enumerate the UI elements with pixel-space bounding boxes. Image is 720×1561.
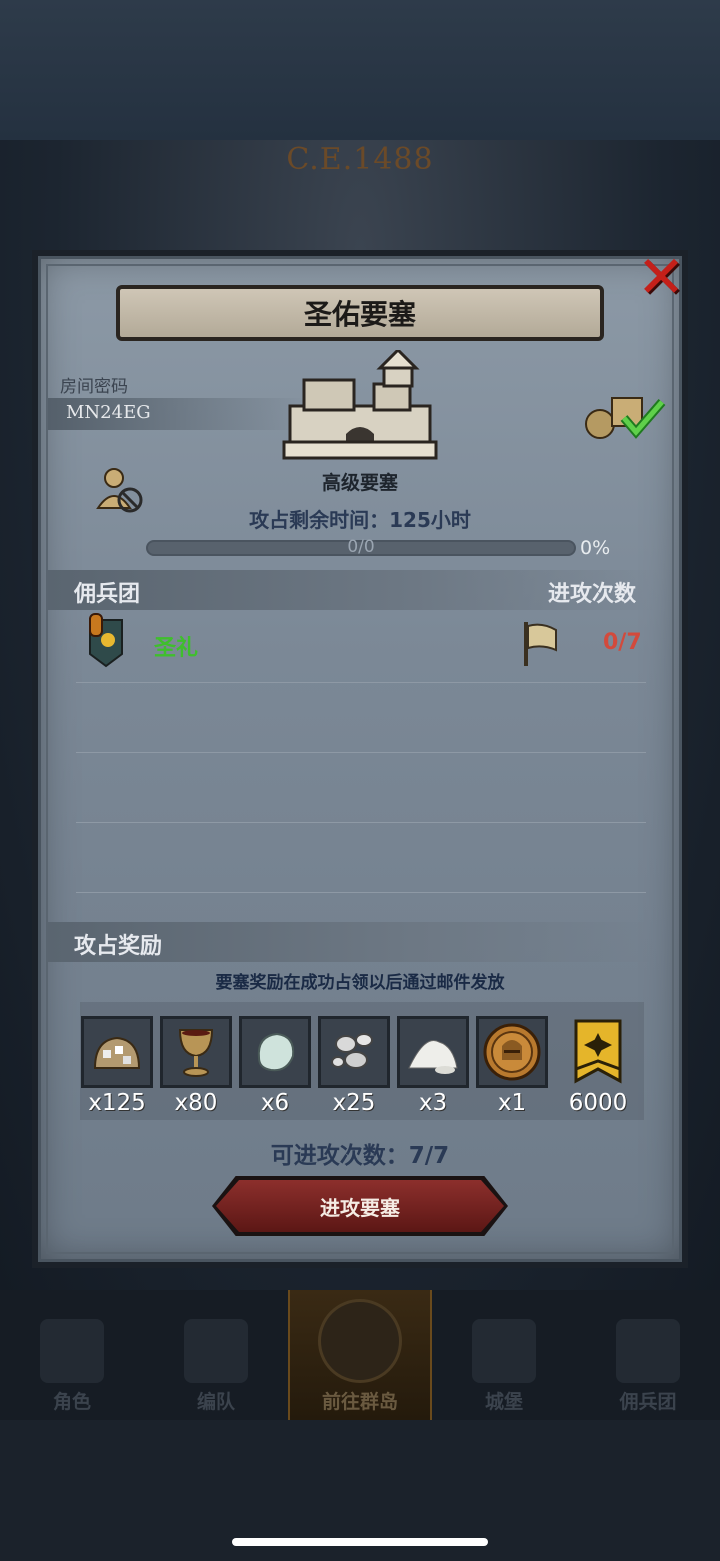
reward-item[interactable]: 6000	[560, 1016, 636, 1116]
attackable-label: 可进攻次数：	[270, 1143, 409, 1169]
castle-nav-icon	[472, 1319, 536, 1383]
reward-item[interactable]: x1	[476, 1016, 548, 1116]
nav-label: 城堡	[484, 1391, 523, 1413]
row-divider	[76, 752, 646, 753]
reward-item[interactable]: x80	[160, 1016, 232, 1116]
era-label: C.E.1488	[286, 142, 434, 177]
nav-character[interactable]: 角色	[0, 1290, 144, 1420]
time-remaining: 攻占剩余时间：125小时	[0, 504, 720, 533]
reward-count: x6	[260, 1090, 290, 1116]
progress-percent: 0%	[580, 537, 611, 559]
castle-icon	[282, 350, 438, 460]
reward-count: x1	[497, 1090, 527, 1116]
nav-islands[interactable]: 前往群岛	[288, 1290, 432, 1420]
silver-nuggets-icon	[331, 1033, 373, 1069]
room-code[interactable]: MN24EG	[66, 402, 151, 423]
nav-castle[interactable]: 城堡	[432, 1290, 576, 1420]
reward-count: x3	[418, 1090, 448, 1116]
silver-ore-sack-icon	[93, 1036, 141, 1069]
gold-banner-icon	[574, 1019, 622, 1084]
reward-box	[160, 1016, 232, 1088]
reward-section-title: 攻占奖励	[74, 934, 163, 959]
time-label: 攻占剩余时间：	[249, 508, 390, 532]
nav-mercenary[interactable]: 佣兵团	[576, 1290, 720, 1420]
salt-pile-icon	[408, 1040, 458, 1074]
reward-box	[397, 1016, 469, 1088]
nav-label: 前往群岛	[321, 1391, 398, 1413]
attack-fortress-button[interactable]: 进攻要塞	[216, 1180, 504, 1232]
flag-icon	[524, 622, 557, 666]
nav-label: 佣兵团	[619, 1391, 677, 1413]
goblet-icon	[178, 1029, 214, 1077]
title-banner: 圣佑要塞	[116, 285, 604, 341]
mercenary-attack-count: 0/7	[603, 630, 642, 655]
home-indicator[interactable]	[232, 1538, 488, 1546]
close-button[interactable]: ✕	[634, 248, 688, 306]
dialog-title: 圣佑要塞	[303, 298, 416, 331]
nav-label: 编队	[196, 1391, 235, 1413]
reward-box	[239, 1016, 311, 1088]
row-divider	[76, 892, 646, 893]
reward-count: x80	[174, 1090, 218, 1116]
reward-count: x25	[332, 1090, 376, 1116]
top-blur	[0, 0, 720, 140]
helmet-icon	[184, 1319, 248, 1383]
reward-count: x125	[88, 1090, 146, 1116]
bottom-nav: 角色 编队 前往群岛 城堡 佣兵团	[0, 1290, 720, 1420]
reward-item[interactable]: x125	[81, 1016, 153, 1116]
reward-item[interactable]: x25	[318, 1016, 390, 1116]
attack-button-label: 进攻要塞	[320, 1195, 400, 1220]
row-divider	[76, 682, 646, 683]
nav-label: 角色	[52, 1391, 91, 1413]
row-divider	[76, 822, 646, 823]
mercenary-section-title: 佣兵团	[74, 582, 141, 607]
progress-text: 0/0	[347, 537, 375, 557]
reward-box	[318, 1016, 390, 1088]
moonstone-icon	[257, 1032, 295, 1072]
mercenary-name[interactable]: 圣礼	[154, 630, 198, 662]
reward-item[interactable]: x6	[239, 1016, 311, 1116]
reward-note: 要塞奖励在成功占领以后通过邮件发放	[215, 973, 505, 993]
knight-helmet-medal-icon	[483, 1023, 541, 1081]
nav-formation[interactable]: 编队	[144, 1290, 288, 1420]
reward-box	[560, 1016, 636, 1088]
attacks-header: 进攻次数	[548, 582, 637, 607]
reward-count: 6000	[568, 1090, 628, 1116]
guild-emblem-icon	[89, 613, 123, 668]
character-icon	[40, 1319, 104, 1383]
attackable-count: 可进攻次数：7/7	[0, 1136, 720, 1170]
mercenary-nav-icon	[616, 1319, 680, 1383]
time-value: 125小时	[389, 508, 471, 532]
supply-check-icon[interactable]	[584, 390, 666, 440]
attackable-value: 7/7	[408, 1143, 450, 1169]
reward-box	[476, 1016, 548, 1088]
room-label: 房间密码	[60, 377, 128, 397]
reward-box	[81, 1016, 153, 1088]
compass-icon	[318, 1299, 402, 1383]
reward-item[interactable]: x3	[397, 1016, 469, 1116]
